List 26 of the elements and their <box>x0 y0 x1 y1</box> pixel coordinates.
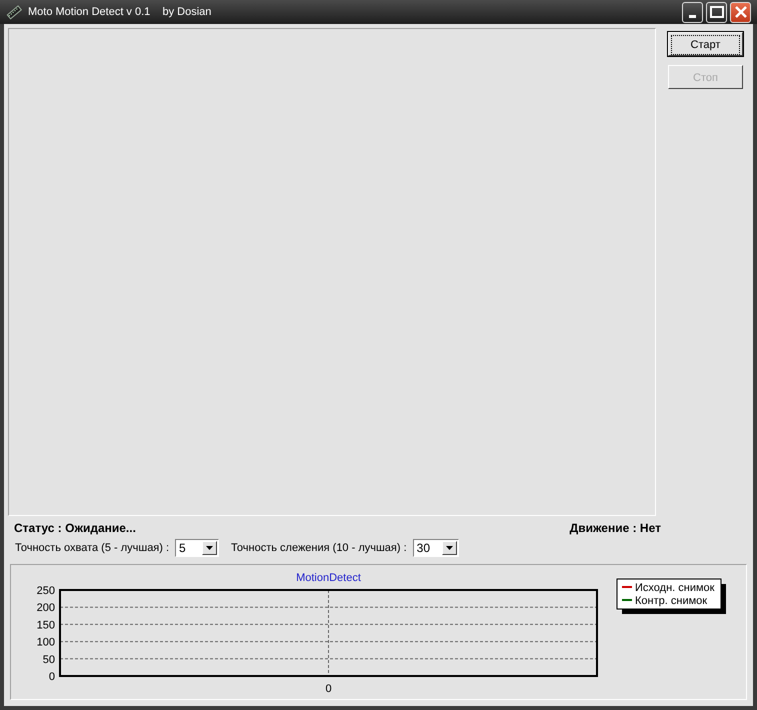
close-button[interactable] <box>730 2 751 22</box>
legend-label: Контр. снимок <box>635 595 708 607</box>
motion-label: Движение : Нет <box>570 521 661 535</box>
y-axis-label: 250 <box>36 585 55 597</box>
status-label: Статус : Ожидание... <box>14 521 136 535</box>
y-axis-label: 100 <box>36 636 55 649</box>
dropdown-arrow-icon <box>206 546 214 550</box>
maximize-icon <box>710 6 724 18</box>
legend-label: Исходн. снимок <box>635 582 714 594</box>
start-button[interactable]: Старт <box>668 32 743 56</box>
y-axis-label: 50 <box>42 654 55 666</box>
setting-label: Точность охвата (5 - лучшая) : <box>15 542 170 554</box>
window-title: Moto Motion Detect v 0.1 by Dosian <box>28 6 212 18</box>
chart-title: MotionDetect <box>296 572 361 584</box>
setting-label: Точность слежения (10 - лучшая) : <box>231 542 407 554</box>
close-icon <box>734 6 746 18</box>
y-axis-label: 0 <box>48 671 55 683</box>
x-axis-label: 0 <box>325 683 332 695</box>
dropdown-field[interactable]: 30 <box>412 539 459 557</box>
minimize-icon <box>689 14 696 18</box>
y-axis-label: 150 <box>36 619 55 632</box>
y-axis-label: 200 <box>36 602 55 614</box>
maximize-button[interactable] <box>706 2 727 22</box>
minimize-button[interactable] <box>682 2 703 22</box>
dropdown-field[interactable]: 5 <box>175 539 220 557</box>
dropdown-arrow-icon <box>446 546 453 550</box>
